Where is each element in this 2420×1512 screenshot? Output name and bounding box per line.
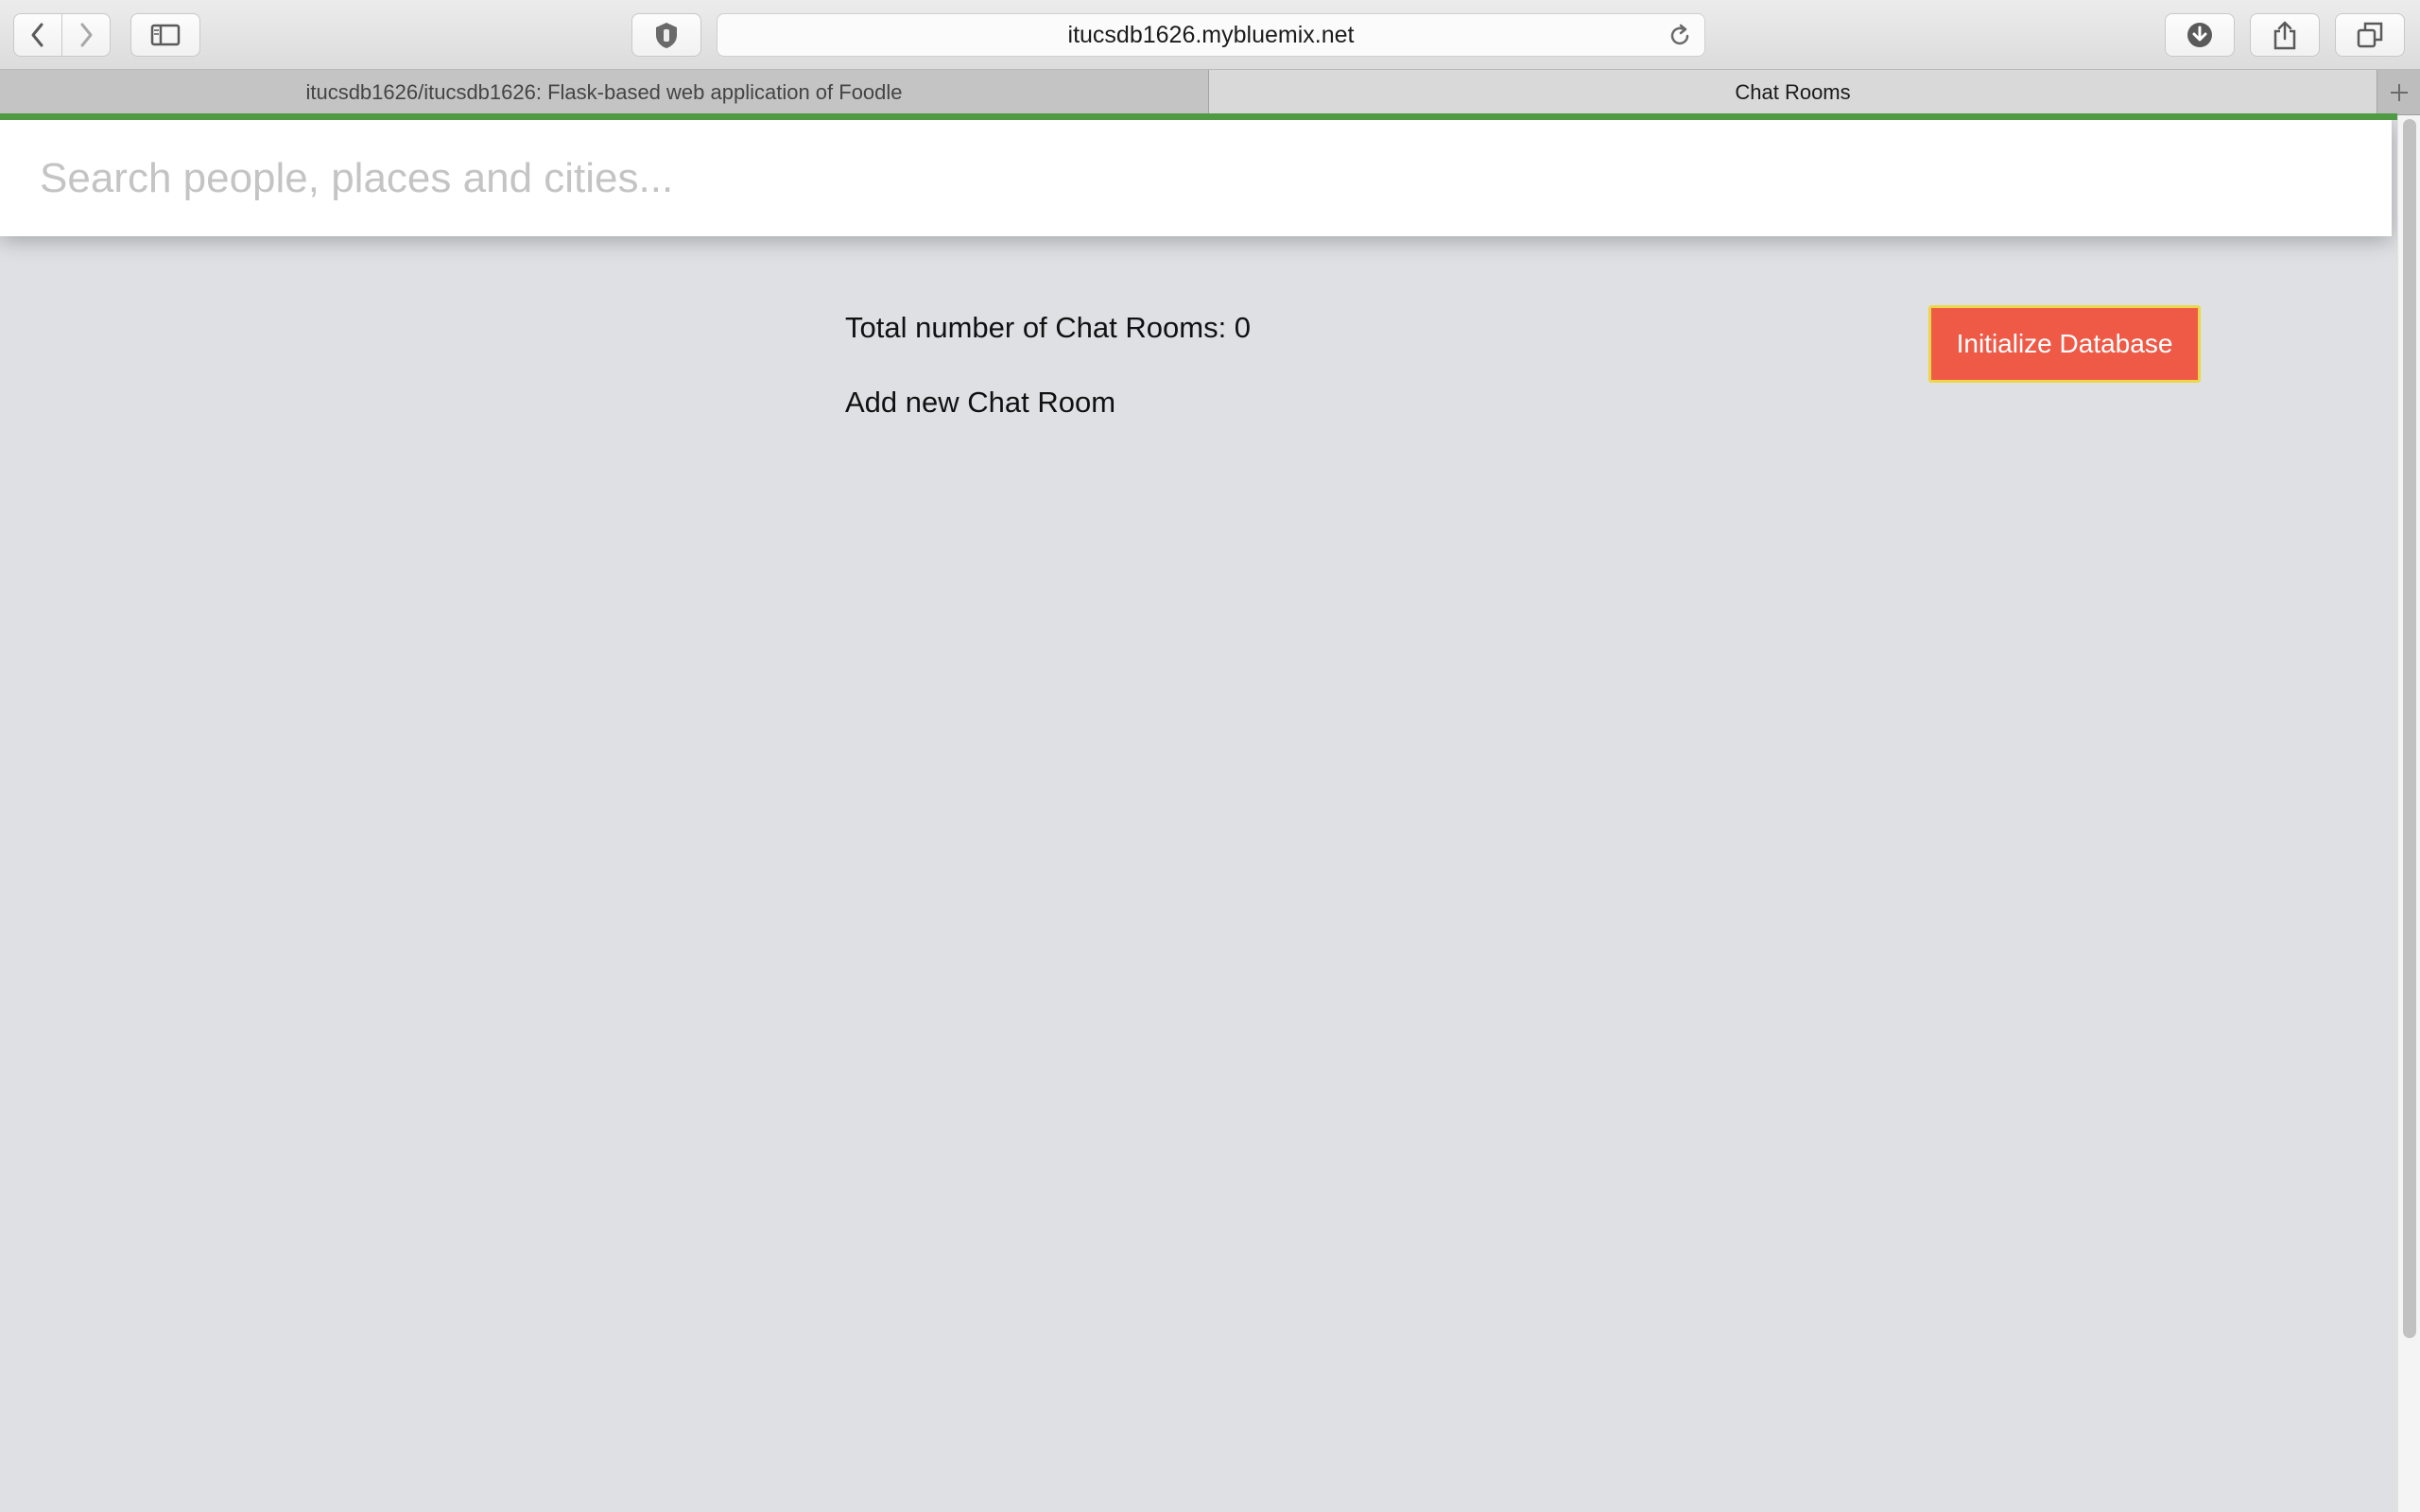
tab-foodle-repo[interactable]: itucsdb1626/itucsdb1626: Flask-based web…: [0, 70, 1209, 115]
share-button[interactable]: [2250, 13, 2320, 57]
tabs-overview-icon: [2357, 22, 2383, 48]
page-viewport: Total number of Chat Rooms: 0 Add new Ch…: [0, 120, 2397, 1512]
add-chat-room-link[interactable]: Add new Chat Room: [845, 386, 1115, 420]
page-load-progress-bar: [0, 113, 2397, 120]
sidebar-button[interactable]: [130, 13, 200, 57]
initialize-database-button[interactable]: Initialize Database: [1928, 305, 2201, 383]
tab-chat-rooms[interactable]: Chat Rooms: [1209, 70, 2377, 115]
nav-buttons: [13, 13, 112, 57]
page-scrollbar[interactable]: [2397, 115, 2420, 1512]
search-input[interactable]: [0, 120, 2392, 236]
chat-room-count: Total number of Chat Rooms: 0: [845, 311, 1252, 344]
chevron-left-icon: [31, 23, 43, 47]
back-button[interactable]: [13, 13, 62, 57]
downloads-button[interactable]: [2165, 13, 2235, 57]
download-icon: [2187, 23, 2212, 47]
address-bar[interactable]: itucsdb1626.mybluemix.net: [717, 13, 1705, 57]
search-bar: [0, 120, 2392, 236]
url-text: itucsdb1626.mybluemix.net: [1067, 21, 1355, 48]
shield-icon: [656, 23, 677, 48]
tab-overview-button[interactable]: [2335, 13, 2405, 57]
plus-icon: [2390, 84, 2408, 101]
new-tab-button[interactable]: [2377, 70, 2420, 115]
extension-button[interactable]: [631, 13, 701, 57]
tab-label: itucsdb1626/itucsdb1626: Flask-based web…: [305, 80, 903, 104]
share-icon: [2273, 21, 2296, 50]
forward-button[interactable]: [61, 13, 111, 57]
sidebar-icon: [150, 24, 181, 46]
tab-label: Chat Rooms: [1735, 80, 1851, 104]
chevron-right-icon: [80, 23, 93, 47]
tab-bar: itucsdb1626/itucsdb1626: Flask-based web…: [0, 70, 2420, 115]
browser-toolbar: itucsdb1626.mybluemix.net: [0, 0, 2420, 70]
reload-icon[interactable]: [1667, 23, 1693, 49]
scrollbar-thumb[interactable]: [2403, 119, 2416, 1338]
